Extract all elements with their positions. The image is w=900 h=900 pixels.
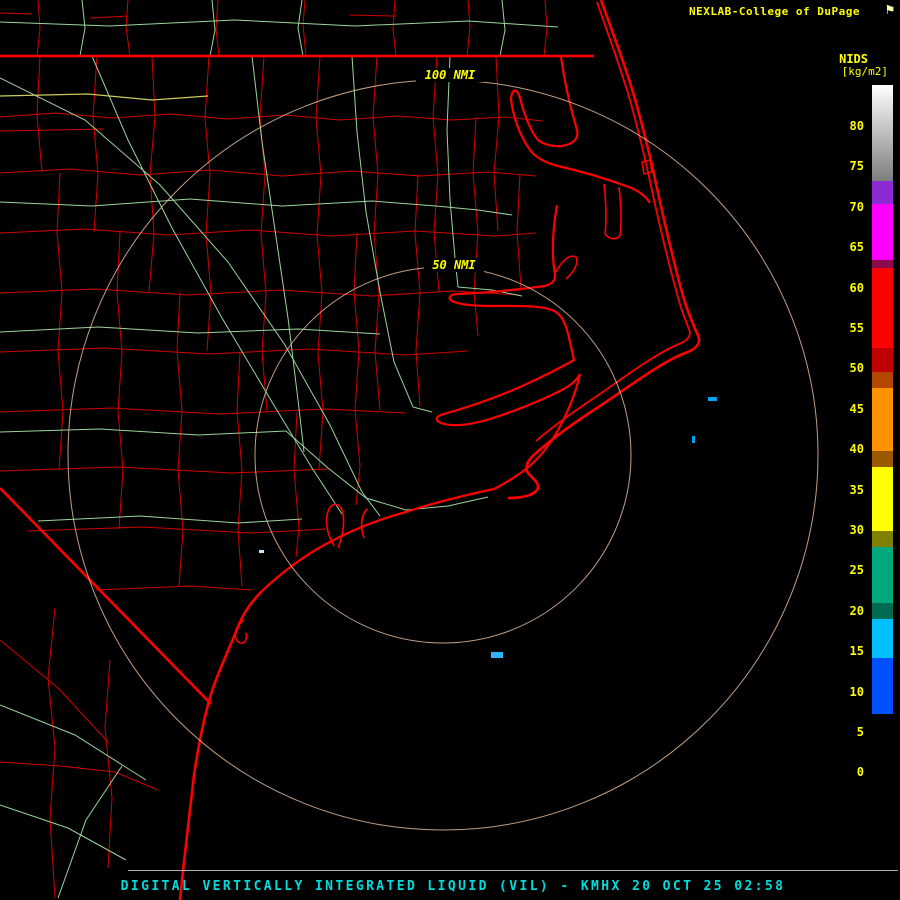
road-lines [0, 0, 559, 899]
colorbar-segment [872, 451, 893, 468]
colorbar-segment [872, 618, 893, 659]
colorbar-segment [872, 180, 893, 205]
colorbar-tick-label: 5 [856, 725, 864, 739]
product-caption: DIGITAL VERTICALLY INTEGRATED LIQUID (VI… [120, 879, 786, 894]
colorbar-segment [872, 347, 893, 372]
base-map [0, 0, 819, 900]
range-rings [67, 79, 819, 831]
colorbar-tick-label: 50 [849, 361, 864, 376]
colorbar-segment [872, 546, 893, 603]
header-title: NEXLAB-College of DuPage [689, 5, 860, 18]
colorbar-segment [872, 387, 893, 452]
state-borders [0, 54, 594, 705]
colorbar-segment [872, 268, 893, 348]
colorbar-segment [872, 467, 893, 531]
colorbar-segment [872, 530, 893, 547]
colorbar-segment [872, 371, 893, 388]
colorbar-tick-label: 80 [849, 119, 864, 133]
colorbar-tick-label: 10 [849, 684, 864, 699]
range-ring-label-100: 100 NMI [416, 68, 484, 82]
footer-divider [128, 870, 898, 871]
range-ring-label-50: 50 NMI [424, 258, 484, 272]
colorbar [872, 85, 893, 762]
colorbar-tick-label: 65 [849, 240, 864, 255]
precip-echo [259, 550, 264, 553]
radar-display: NEXLAB-College of DuPage ⚑ NIDS [kg/m2] … [0, 0, 900, 900]
colorbar-tick-label: 70 [849, 199, 864, 214]
colorbar-segment [872, 602, 893, 619]
colorbar-segment [872, 204, 893, 261]
nexlab-logo-icon: ⚑ [885, 2, 894, 18]
colorbar-segment [872, 714, 893, 762]
colorbar-tick-label: 20 [849, 603, 864, 618]
product-label: NIDS [839, 52, 868, 66]
colorbar-tick-label: 45 [849, 401, 864, 416]
colorbar-tick-label: 15 [849, 644, 864, 659]
colorbar-tick-label: 55 [849, 321, 864, 335]
units-label: [kg/m2] [841, 65, 888, 78]
colorbar-tick-label: 75 [849, 159, 864, 174]
colorbar-segment [872, 658, 893, 715]
highway-lines [0, 93, 209, 101]
colorbar-segment [872, 260, 893, 269]
coastline [178, 0, 701, 900]
precip-echo [708, 397, 717, 401]
colorbar-tick-label: 35 [849, 482, 864, 497]
colorbar-segment [872, 85, 893, 181]
county-lines [0, 0, 548, 899]
precip-echo [491, 652, 503, 658]
precip-echo [692, 436, 695, 443]
colorbar-tick-label: 25 [849, 563, 864, 578]
colorbar-tick-label: 40 [849, 442, 864, 457]
colorbar-tick-label: 30 [849, 523, 864, 537]
colorbar-tick-label: 60 [849, 280, 864, 295]
colorbar-tick-label: 0 [856, 765, 864, 780]
